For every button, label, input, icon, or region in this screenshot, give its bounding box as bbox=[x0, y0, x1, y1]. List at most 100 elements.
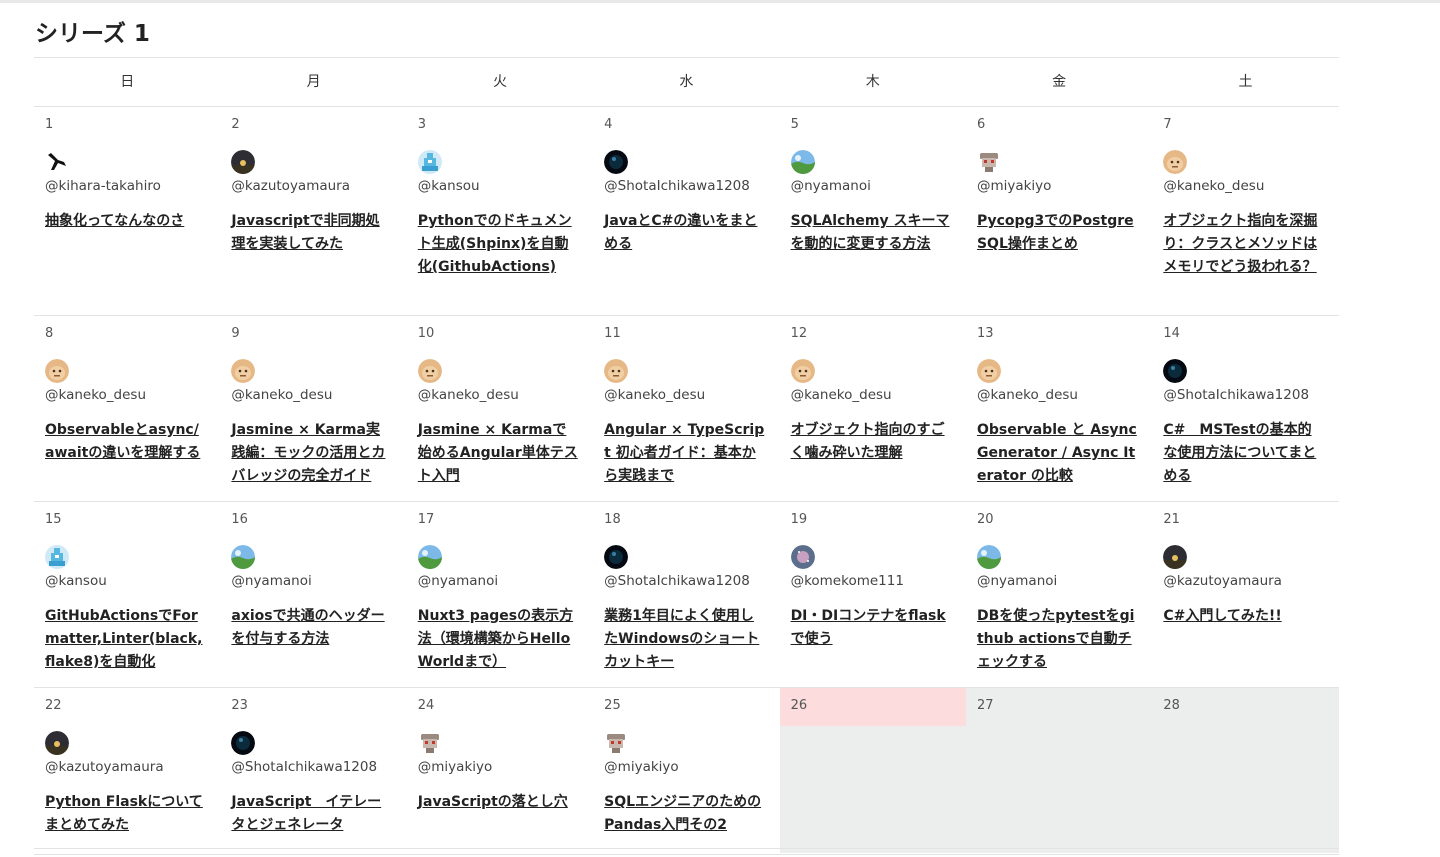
pixel-avatar[interactable] bbox=[45, 545, 69, 569]
robot-avatar[interactable] bbox=[977, 150, 1001, 174]
night-sky-avatar[interactable] bbox=[45, 731, 69, 755]
article-link[interactable]: axiosで共通のヘッダーを付与する方法 bbox=[231, 605, 396, 651]
author-link[interactable]: @nyamanoi bbox=[791, 176, 956, 196]
face-avatar[interactable] bbox=[976, 359, 1001, 383]
author-link[interactable]: @nyamanoi bbox=[418, 571, 583, 591]
day-number: 7 bbox=[1163, 117, 1172, 132]
face-avatar[interactable] bbox=[1163, 150, 1188, 174]
face-avatar[interactable] bbox=[790, 359, 815, 383]
author-link[interactable]: @komekome111 bbox=[791, 571, 956, 591]
author-link[interactable]: @kaneko_desu bbox=[231, 385, 396, 405]
article-link[interactable]: SQLエンジニアのためのPandas入門その2 bbox=[604, 791, 769, 837]
night-sky-avatar[interactable] bbox=[231, 150, 256, 174]
day-number: 20 bbox=[976, 512, 994, 527]
day-number-bar bbox=[604, 316, 769, 354]
dark-orb-avatar[interactable] bbox=[231, 731, 256, 755]
author-link[interactable]: @kaneko_desu bbox=[604, 385, 769, 405]
face-avatar[interactable] bbox=[45, 359, 69, 383]
landscape-avatar[interactable] bbox=[417, 545, 442, 569]
article-link[interactable]: JavaScript イテレータとジェネレータ bbox=[231, 791, 396, 837]
author-link[interactable]: @ShotaIchikawa1208 bbox=[604, 176, 769, 196]
author-link[interactable]: @kansou bbox=[418, 176, 583, 196]
article-link[interactable]: Pythonでのドキュメント生成(Shpinx)を自動化(GithubActio… bbox=[418, 210, 583, 279]
bird-silhouette-icon[interactable] bbox=[45, 150, 69, 174]
author-link[interactable]: @ShotaIchikawa1208 bbox=[1163, 385, 1328, 405]
article-link[interactable]: JavaとC#の違いをまとめる bbox=[604, 210, 769, 256]
day-number: 26 bbox=[790, 698, 808, 713]
day-number-bar bbox=[1163, 502, 1328, 540]
article-link[interactable]: C#入門してみた!! bbox=[1163, 605, 1328, 628]
author-link[interactable]: @kihara-takahiro bbox=[45, 176, 210, 196]
author-link[interactable]: @kazutoyamaura bbox=[1163, 571, 1328, 591]
article-link[interactable]: Javascriptで非同期処理を実装してみた bbox=[231, 210, 396, 256]
article-link[interactable]: Angular × TypeScript 初心者ガイド：基本から実践まで bbox=[604, 419, 769, 488]
calendar-day-empty: 28 bbox=[1152, 688, 1339, 853]
landscape-avatar[interactable] bbox=[790, 150, 815, 174]
author-link[interactable]: @miyakiyo bbox=[977, 176, 1142, 196]
robot-avatar[interactable] bbox=[604, 731, 628, 755]
author-link[interactable]: @kaneko_desu bbox=[45, 385, 210, 405]
author-link[interactable]: @ShotaIchikawa1208 bbox=[604, 571, 769, 591]
article-link[interactable]: Pycopg3でのPostgreSQL操作まとめ bbox=[977, 210, 1142, 256]
calendar-week-row: 8 @kaneko_desu Observableとasync/awaitの違いを理… bbox=[34, 316, 1339, 502]
author-link[interactable]: @kaneko_desu bbox=[1163, 176, 1328, 196]
author-link[interactable]: @kazutoyamaura bbox=[231, 176, 396, 196]
article-link[interactable]: Observableとasync/awaitの違いを理解する bbox=[45, 419, 210, 465]
calendar-day: 23 @ShotaIchikawa1208 JavaScript イテレータとジェネ… bbox=[220, 688, 406, 853]
author-link[interactable]: @ShotaIchikawa1208 bbox=[231, 757, 396, 777]
article-link[interactable]: C# MSTestの基本的な使用方法についてまとめる bbox=[1163, 419, 1328, 488]
day-number: 17 bbox=[417, 512, 435, 527]
day-number: 10 bbox=[417, 326, 435, 341]
article-link[interactable]: Python Flaskについてまとめてみた bbox=[45, 791, 210, 837]
calendar-day: 17 @nyamanoi Nuxt3 pagesの表示方法（環境構築からHello … bbox=[407, 502, 593, 686]
calendar-day: 4 @ShotaIchikawa1208 JavaとC#の違いをまとめる bbox=[593, 107, 779, 314]
article-link[interactable]: オブジェクト指向を深掘り：クラスとメソッドはメモリでどう扱われる？ bbox=[1163, 210, 1328, 279]
night-sky-avatar[interactable] bbox=[1163, 545, 1188, 569]
author-link[interactable]: @nyamanoi bbox=[977, 571, 1142, 591]
day-number: 16 bbox=[231, 512, 248, 527]
article-link[interactable]: JavaScriptの落とし穴 bbox=[418, 791, 583, 814]
article-link[interactable]: 抽象化ってなんなのさ bbox=[45, 210, 210, 233]
landscape-avatar[interactable] bbox=[231, 545, 256, 569]
calendar-day: 12 @kaneko_desu オブジェクト指向のすごく噛み砕いた理解 bbox=[780, 316, 966, 500]
dark-orb-avatar[interactable] bbox=[604, 150, 629, 174]
pixel-avatar[interactable] bbox=[417, 150, 442, 174]
author-link[interactable]: @nyamanoi bbox=[231, 571, 396, 591]
article-link[interactable]: Nuxt3 pagesの表示方法（環境構築からHello Worldまで） bbox=[418, 605, 583, 674]
day-number-bar bbox=[604, 502, 769, 540]
author-link[interactable]: @kaneko_desu bbox=[977, 385, 1142, 405]
face-avatar[interactable] bbox=[231, 359, 256, 383]
author-link[interactable]: @miyakiyo bbox=[604, 757, 769, 777]
face-avatar[interactable] bbox=[604, 359, 629, 383]
day-number-bar bbox=[231, 502, 396, 540]
calendar-day: 1 @kihara-takahiro 抽象化ってなんなのさ bbox=[34, 107, 220, 314]
author-link[interactable]: @kazutoyamaura bbox=[45, 757, 210, 777]
article-link[interactable]: GitHubActionsでFormatter,Linter(black,fla… bbox=[45, 605, 210, 674]
author-link[interactable]: @kansou bbox=[45, 571, 210, 591]
author-link[interactable]: @miyakiyo bbox=[418, 757, 583, 777]
day-number: 4 bbox=[604, 117, 613, 132]
article-link[interactable]: DBを使ったpytestをgithub actionsで自動チェックする bbox=[977, 605, 1142, 674]
day-number-bar bbox=[45, 316, 210, 354]
article-link[interactable]: Jasmine × Karma実践編：モックの活用とカバレッジの完全ガイド bbox=[231, 419, 396, 488]
dark-orb-avatar[interactable] bbox=[1163, 359, 1188, 383]
article-link[interactable]: Observable と Async Generator / Async Ite… bbox=[977, 419, 1142, 488]
day-number: 15 bbox=[45, 512, 62, 527]
author-link[interactable]: @kaneko_desu bbox=[791, 385, 956, 405]
dark-orb-avatar[interactable] bbox=[604, 545, 629, 569]
day-number-bar bbox=[231, 316, 396, 354]
author-link[interactable]: @kaneko_desu bbox=[418, 385, 583, 405]
article-link[interactable]: DI・DIコンテナをflaskで使う bbox=[791, 605, 956, 651]
article-link[interactable]: オブジェクト指向のすごく噛み砕いた理解 bbox=[791, 419, 956, 465]
calendar-day: 14 @ShotaIchikawa1208 C# MSTestの基本的な使用方法につ… bbox=[1152, 316, 1338, 500]
robot-avatar[interactable] bbox=[418, 731, 442, 755]
day-number: 13 bbox=[976, 326, 994, 341]
landscape-avatar[interactable] bbox=[976, 545, 1001, 569]
day-number-bar bbox=[977, 688, 1142, 726]
face-avatar[interactable] bbox=[417, 359, 442, 383]
galaxy-avatar[interactable] bbox=[790, 545, 815, 569]
series-title: シリーズ 1 bbox=[35, 21, 150, 47]
article-link[interactable]: SQLAlchemy スキーマを動的に変更する方法 bbox=[791, 210, 956, 256]
article-link[interactable]: Jasmine × Karmaで始めるAngular単体テスト入門 bbox=[418, 419, 583, 488]
article-link[interactable]: 業務1年目によく使用したWindowsのショートカットキー bbox=[604, 605, 769, 674]
